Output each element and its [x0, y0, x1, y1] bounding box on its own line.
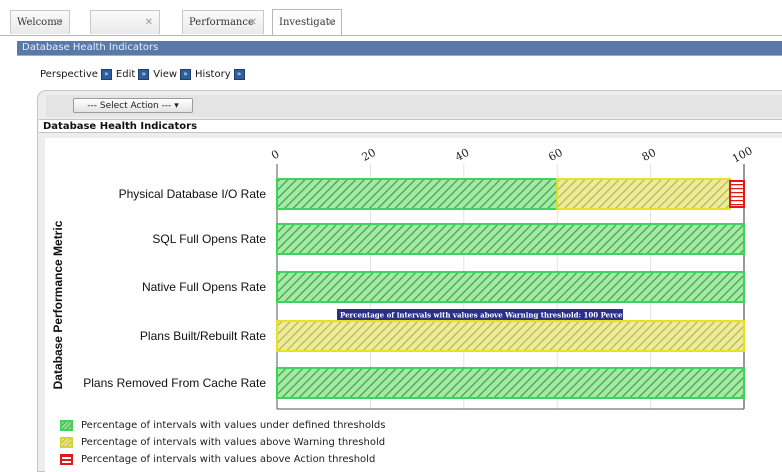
y-category-label: Native Full Opens Rate: [142, 280, 266, 294]
legend-item: Percentage of intervals with values abov…: [60, 452, 375, 466]
x-tick-label: 80: [640, 146, 658, 164]
annotation-text: Percentage of intervals with values abov…: [340, 311, 632, 320]
y-category-label: SQL Full Opens Rate: [152, 232, 266, 246]
bar-under-threshold: [276, 223, 745, 255]
bar-under-threshold: [276, 367, 745, 399]
bar-above-action: [728, 180, 745, 208]
legend-label: Percentage of intervals with values unde…: [81, 419, 386, 431]
chart-legend: Percentage of intervals with values unde…: [54, 414, 782, 472]
bar-chart: 0 20 40 60 80 100 Physical Database I/O Rate SQ…: [51, 144, 755, 410]
x-tick-label: 0: [269, 148, 281, 163]
bar-above-warning: [556, 178, 731, 210]
legend-swatch: [60, 453, 73, 465]
bar-under-threshold: [276, 271, 745, 303]
y-axis-title: Database Performance Metric: [51, 220, 65, 389]
y-category-label: Plans Built/Rebuilt Rate: [140, 329, 266, 343]
legend-label: Percentage of intervals with values abov…: [81, 436, 386, 448]
legend-swatch: [60, 436, 73, 448]
legend-label: Percentage of intervals with values abov…: [81, 453, 376, 465]
legend-item: Percentage of intervals with values abov…: [60, 435, 385, 449]
x-tick-label: 40: [453, 146, 471, 164]
bar-under-threshold: [276, 178, 559, 210]
legend-swatch: [60, 419, 73, 431]
legend-item: Percentage of intervals with values unde…: [60, 418, 385, 432]
y-category-label: Physical Database I/O Rate: [119, 187, 267, 201]
x-tick-label: 100: [730, 144, 755, 165]
y-category-label: Plans Removed From Cache Rate: [83, 376, 266, 390]
bar-above-warning: [276, 320, 745, 352]
x-tick-label: 60: [546, 146, 564, 164]
x-tick-label: 20: [360, 146, 378, 164]
